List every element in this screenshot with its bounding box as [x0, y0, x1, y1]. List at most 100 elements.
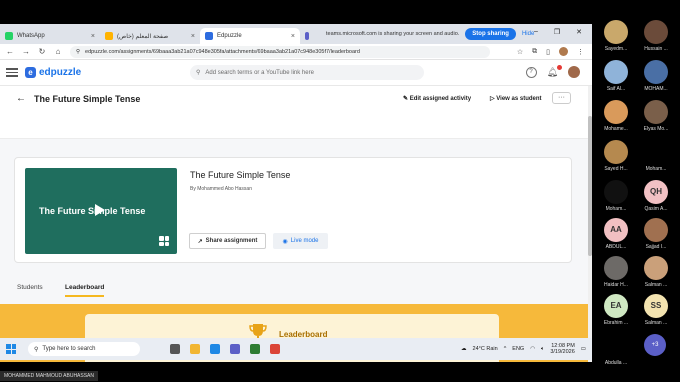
- app-icon[interactable]: [250, 344, 260, 354]
- weather-text[interactable]: 24°C Rain: [473, 346, 498, 352]
- site-icon: [105, 32, 113, 40]
- clock[interactable]: 12:08 PM 3/19/2026: [550, 343, 574, 355]
- live-mode-button[interactable]: ◉ Live mode: [273, 233, 328, 249]
- scroll-thumb[interactable]: [588, 116, 592, 256]
- participant-name: Mohame...: [604, 126, 628, 132]
- more-options-button[interactable]: ···: [552, 92, 571, 104]
- avatar: [604, 256, 628, 280]
- search-input[interactable]: ⚲ Add search terms or a YouTube link her…: [190, 65, 424, 80]
- edge-icon[interactable]: [210, 344, 220, 354]
- teams-taskbar-icon[interactable]: [230, 344, 240, 354]
- participant-tile[interactable]: Sayedm...: [598, 20, 634, 58]
- participant-tile[interactable]: Mohame...: [598, 100, 634, 138]
- presenter-name-label: MOHAMMED MAHMOUD ABUHASSAN: [0, 371, 99, 381]
- logo-icon: e: [25, 67, 36, 78]
- participant-tile[interactable]: Moham...: [638, 140, 674, 178]
- participant-tile[interactable]: Haidar H...: [598, 256, 634, 294]
- url-field[interactable]: ⚲ edpuzzle.com/assignments/69baaa3ab21a0…: [70, 45, 490, 58]
- edpuzzle-icon: [205, 32, 213, 40]
- tab-teacher-page[interactable]: صفحة المعلم (خاص) ×: [100, 28, 200, 44]
- edit-activity-label: Edit assigned activity: [409, 96, 472, 102]
- participant-tile[interactable]: QH Qasim A...: [638, 180, 674, 218]
- participant-tile[interactable]: SS Salman ...: [638, 294, 674, 332]
- participant-tile[interactable]: Abdulla ...: [598, 334, 634, 372]
- chrome-icon[interactable]: [270, 344, 280, 354]
- view-as-student-button[interactable]: ▷ View as student: [490, 95, 542, 102]
- help-icon[interactable]: ?: [525, 66, 537, 78]
- notifications-icon[interactable]: ▭: [581, 346, 586, 352]
- edit-activity-button[interactable]: ✎ Edit assigned activity: [403, 95, 471, 102]
- tray-chevron-icon[interactable]: ^: [504, 346, 507, 352]
- tab-whatsapp[interactable]: WhatsApp ×: [0, 28, 100, 44]
- avatar: [604, 20, 628, 44]
- participant-tile[interactable]: Moham...: [598, 180, 634, 218]
- participant-name: Ebrahim ...: [603, 320, 629, 326]
- participant-name: Salman ...: [644, 320, 668, 326]
- reload-icon[interactable]: ↻: [38, 47, 46, 56]
- file-explorer-icon[interactable]: [190, 344, 200, 354]
- task-view-icon[interactable]: [170, 344, 180, 354]
- close-icon[interactable]: ×: [191, 33, 195, 40]
- share-assignment-button[interactable]: ↗ Share assignment: [189, 233, 266, 249]
- page-scrollbar[interactable]: [588, 86, 592, 362]
- play-icon[interactable]: [95, 204, 105, 216]
- edpuzzle-logo[interactable]: e edpuzzle: [25, 67, 81, 78]
- more-participants-button[interactable]: +3: [644, 334, 666, 356]
- extensions-icon[interactable]: ⧉: [532, 48, 537, 56]
- wifi-icon[interactable]: ◠: [530, 346, 535, 352]
- participant-tile[interactable]: Salman ...: [638, 256, 674, 294]
- tab-strip: WhatsApp × صفحة المعلم (خاص) × Edpuzzle …: [0, 24, 592, 44]
- logo-text: edpuzzle: [39, 67, 82, 78]
- participant-tile[interactable]: Saif Al...: [598, 60, 634, 98]
- close-icon[interactable]: ×: [291, 33, 295, 40]
- back-icon[interactable]: ←: [6, 47, 14, 56]
- hamburger-icon[interactable]: [6, 68, 18, 77]
- user-avatar[interactable]: [568, 66, 580, 78]
- participant-name: Qasim A...: [644, 206, 668, 212]
- tab-label: WhatsApp: [17, 33, 45, 39]
- live-label: Live mode: [290, 238, 319, 244]
- minimize-icon[interactable]: –: [534, 28, 538, 36]
- sidebar-icon[interactable]: ▯: [546, 48, 550, 56]
- close-window-icon[interactable]: ✕: [576, 28, 582, 36]
- avatar: [604, 180, 628, 204]
- site-info-icon[interactable]: ⚲: [76, 49, 80, 55]
- participant-tile[interactable]: Hussain ...: [638, 20, 674, 58]
- system-tray: ☁ 24°C Rain ^ ENG ◠ 🔈︎ 12:08 PM 3/19/202…: [461, 343, 592, 355]
- home-icon[interactable]: ⌂: [54, 47, 62, 56]
- menu-icon[interactable]: ⋮: [577, 48, 584, 56]
- profile-avatar[interactable]: [559, 47, 568, 56]
- tab-edpuzzle[interactable]: Edpuzzle ×: [200, 28, 300, 44]
- notification-badge: [557, 64, 562, 70]
- volume-icon[interactable]: 🔈︎: [541, 346, 544, 353]
- tab-leaderboard[interactable]: Leaderboard: [65, 284, 105, 297]
- windows-start-icon[interactable]: [6, 344, 16, 354]
- tab-teams[interactable]: [300, 28, 314, 44]
- participant-tile[interactable]: Sajjad I...: [638, 218, 674, 256]
- forward-icon[interactable]: →: [22, 47, 30, 56]
- participant-tile[interactable]: Sayed H...: [598, 140, 634, 178]
- tab-students[interactable]: Students: [17, 284, 43, 291]
- hide-link[interactable]: Hide: [522, 31, 534, 37]
- star-icon[interactable]: ☆: [517, 48, 523, 56]
- avatar: [604, 100, 628, 124]
- participant-name: Saif Al...: [606, 86, 626, 92]
- video-thumbnail[interactable]: The Future Simple Tense: [25, 168, 177, 254]
- avatar: [644, 256, 668, 280]
- maximize-icon[interactable]: ❐: [554, 28, 560, 36]
- participant-name: Moham...: [645, 166, 667, 172]
- close-icon[interactable]: ×: [91, 33, 95, 40]
- participant-name: Sayedm...: [604, 46, 628, 52]
- participant-tile[interactable]: MOHAM...: [638, 60, 674, 98]
- taskbar-search[interactable]: ⚲ Type here to search: [28, 342, 140, 356]
- stop-sharing-button[interactable]: Stop sharing: [465, 28, 516, 40]
- header-actions: ? 🔔︎: [525, 64, 580, 78]
- participant-tile[interactable]: Elyas Mo...: [638, 100, 674, 138]
- back-arrow-icon[interactable]: ←: [16, 93, 26, 104]
- participant-tile[interactable]: EA Ebrahim ...: [598, 294, 634, 332]
- avatar: SS: [644, 294, 668, 318]
- notification-bell-icon[interactable]: 🔔︎: [547, 64, 562, 78]
- language-indicator[interactable]: ENG: [512, 346, 524, 352]
- url-text: edpuzzle.com/assignments/69baaa3ab21a07c…: [85, 48, 360, 55]
- participant-tile[interactable]: AA ABDUL...: [598, 218, 634, 256]
